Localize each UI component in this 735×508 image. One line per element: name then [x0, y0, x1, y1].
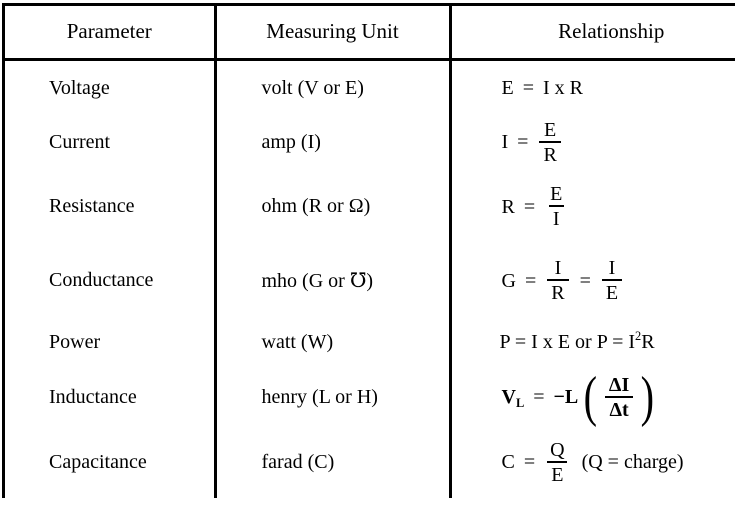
column-header-relationship: Relationship — [450, 6, 735, 61]
table-row: Current amp (I) I = E R — [5, 115, 735, 169]
table-row: Capacitance farad (C) C = Q E (Q = charg… — [5, 426, 735, 498]
formula-operator: = — [523, 451, 536, 473]
formula-operator: = — [523, 195, 536, 218]
cell-relationship-inductance: VL = −L ( ΔI Δt ) — [450, 368, 735, 426]
formula-lhs-subscript: L — [515, 395, 525, 410]
fraction-numerator-2: I — [608, 257, 616, 279]
formula-voltage: E = I x R — [500, 78, 586, 98]
table-row: Power watt (W) P = I x E or P = I2R — [5, 317, 735, 368]
table-row: Inductance henry (L or H) VL = −L ( ΔI Δ… — [5, 368, 735, 426]
formula-fraction: Q E — [546, 440, 568, 485]
fraction-denominator: Δt — [605, 395, 633, 420]
fraction-numerator: E — [550, 183, 563, 205]
formula-coefficient: −L — [553, 386, 579, 408]
formula-capacitance: C = Q E (Q = charge) — [500, 440, 686, 485]
column-header-measuring-unit: Measuring Unit — [215, 6, 452, 61]
formula-fraction: E R — [539, 118, 561, 165]
fraction-numerator: Q — [550, 438, 565, 461]
ohms-law-table-container: Parameter Measuring Unit Relationship Vo… — [2, 3, 735, 498]
cell-relationship-conductance: G = I R = I E — [450, 244, 735, 317]
formula-operator: = — [533, 386, 545, 408]
cell-relationship-current: I = E R — [450, 115, 735, 169]
formula-fraction: ΔI Δt — [605, 375, 633, 420]
cell-relationship-power: P = I x E or P = I2R — [450, 317, 735, 368]
table-row: Resistance ohm (R or Ω) R = E I — [5, 169, 735, 244]
formula-operator: = — [517, 131, 529, 153]
fraction-numerator: ΔI — [608, 373, 630, 396]
cell-parameter-resistance: Resistance — [5, 169, 217, 244]
cell-parameter-power: Power — [5, 317, 217, 368]
formula-lhs: VL — [501, 386, 525, 410]
formula-operator: = — [524, 269, 537, 292]
formula-lhs: G — [501, 269, 516, 292]
paren-close: ) — [640, 365, 655, 428]
table-row: Conductance mho (G or ℧) G = I R = I E — [5, 244, 735, 317]
formula-lhs: C — [501, 451, 515, 473]
fraction-denominator-2: E — [601, 279, 623, 303]
cell-parameter-capacitance: Capacitance — [5, 426, 217, 498]
formula-lhs: I — [501, 131, 509, 153]
formula-part-1: P = I x E or P = I — [499, 331, 636, 353]
ohms-law-table: Parameter Measuring Unit Relationship Vo… — [5, 6, 735, 498]
formula-lhs: R — [501, 195, 515, 218]
formula-operator-2: = — [579, 269, 591, 292]
formula-current: I = E R — [500, 120, 565, 165]
cell-relationship-voltage: E = I x R — [450, 60, 735, 116]
formula-rhs: I x R — [543, 76, 583, 99]
cell-unit-power: watt (W) — [215, 317, 452, 368]
cell-unit-resistance: ohm (R or Ω) — [215, 169, 452, 244]
table-body: Voltage volt (V or E) E = I x R Current … — [5, 59, 735, 498]
cell-parameter-conductance: Conductance — [5, 244, 217, 317]
cell-unit-inductance: henry (L or H) — [215, 368, 452, 426]
fraction-numerator: I — [554, 257, 562, 279]
table-header: Parameter Measuring Unit Relationship — [5, 6, 735, 61]
formula-part-2: R — [641, 331, 655, 353]
cell-unit-conductance: mho (G or ℧) — [215, 244, 452, 317]
fraction-denominator: E — [547, 460, 568, 485]
cell-unit-capacitance: farad (C) — [215, 426, 452, 498]
fraction-denominator: R — [547, 279, 569, 303]
formula-fraction-1: I R — [547, 257, 569, 303]
cell-unit-voltage: volt (V or E) — [215, 59, 452, 115]
fraction-denominator: R — [539, 140, 561, 165]
formula-lhs: E — [501, 76, 514, 99]
table-row: Voltage volt (V or E) E = I x R — [5, 59, 735, 116]
fraction-denominator: I — [548, 205, 564, 229]
table-header-row: Parameter Measuring Unit Relationship — [5, 6, 735, 61]
formula-fraction: E I — [546, 184, 566, 229]
cell-relationship-resistance: R = E I — [450, 169, 735, 244]
formula-resistance: R = E I — [500, 184, 571, 229]
formula-operator: = — [522, 76, 534, 99]
cell-unit-current: amp (I) — [215, 115, 452, 169]
cell-parameter-current: Current — [5, 115, 217, 169]
formula-inductance: VL = −L ( ΔI Δt ) — [500, 365, 658, 428]
cell-relationship-capacitance: C = Q E (Q = charge) — [450, 426, 735, 498]
formula-lhs-symbol: V — [501, 386, 516, 408]
cell-parameter-inductance: Inductance — [5, 368, 217, 426]
formula-power: P = I x E or P = I2R — [499, 329, 655, 353]
formula-exponent: 2 — [635, 329, 642, 344]
fraction-numerator: E — [544, 118, 557, 141]
cell-parameter-voltage: Voltage — [5, 59, 217, 115]
column-header-parameter: Parameter — [5, 6, 217, 61]
paren-open: ( — [583, 365, 598, 428]
formula-fraction-2: I E — [601, 257, 623, 303]
formula-conductance: G = I R = I E — [500, 258, 627, 303]
formula-note: (Q = charge) — [581, 451, 684, 473]
